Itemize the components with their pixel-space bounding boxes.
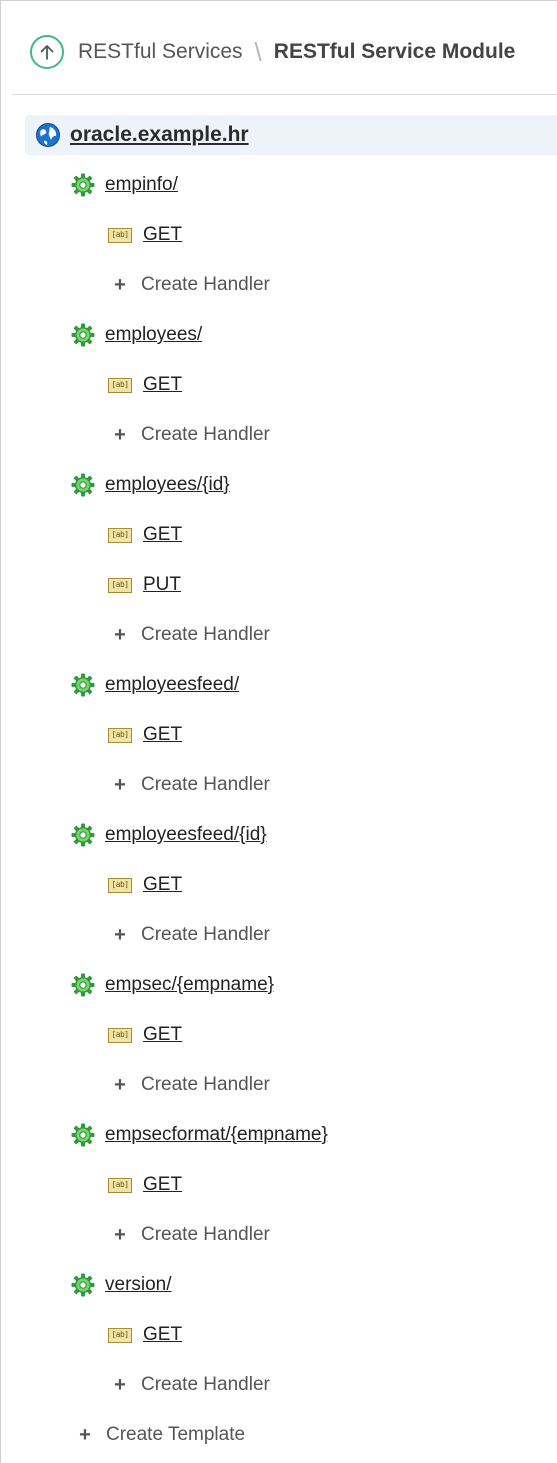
create-handler-button[interactable]: + Create Handler <box>113 274 270 297</box>
template-node[interactable]: version/ <box>12 1265 557 1305</box>
create-handler-item[interactable]: + Create Handler <box>12 615 557 655</box>
template-link[interactable]: version/ <box>105 1274 172 1296</box>
create-handler-label: Create Handler <box>141 924 270 945</box>
template-node[interactable]: employeesfeed/{id} <box>12 815 557 855</box>
abl-source-icon: [ab] <box>108 377 132 393</box>
globe-icon <box>36 123 60 147</box>
template-link[interactable]: empsecformat/{empname} <box>105 1124 328 1146</box>
template-link[interactable]: empsec/{empname} <box>105 974 274 996</box>
template-node[interactable]: empsec/{empname} <box>12 965 557 1005</box>
create-handler-item[interactable]: + Create Handler <box>12 765 557 805</box>
handler-link[interactable]: GET <box>143 1024 182 1046</box>
handler-link[interactable]: GET <box>143 224 182 246</box>
template-node[interactable]: employees/{id} <box>12 465 557 505</box>
breadcrumb: RESTful Services \ RESTful Service Modul… <box>78 35 515 69</box>
gear-icon <box>71 323 95 347</box>
create-handler-item[interactable]: + Create Handler <box>12 415 557 455</box>
abl-source-icon: [ab] <box>108 227 132 243</box>
up-button[interactable] <box>30 35 64 69</box>
gear-icon <box>71 1123 95 1147</box>
template-link[interactable]: employeesfeed/ <box>105 674 239 696</box>
template-link[interactable]: employeesfeed/{id} <box>105 824 267 846</box>
create-handler-label: Create Handler <box>141 424 270 445</box>
create-handler-button[interactable]: + Create Handler <box>113 1074 270 1097</box>
template-link[interactable]: employees/ <box>105 324 202 346</box>
plus-icon: + <box>114 423 126 446</box>
template-link[interactable]: empinfo/ <box>105 174 178 196</box>
abl-source-icon: [ab] <box>108 727 132 743</box>
handler-link[interactable]: GET <box>143 874 182 896</box>
create-handler-button[interactable]: + Create Handler <box>113 624 270 647</box>
handler-node[interactable]: [ab] GET <box>12 1165 557 1205</box>
plus-icon: + <box>79 1423 91 1446</box>
create-handler-button[interactable]: + Create Handler <box>113 1224 270 1247</box>
handler-link[interactable]: GET <box>143 1324 182 1346</box>
rest-panel: RESTful Services \ RESTful Service Modul… <box>0 0 557 1463</box>
create-handler-button[interactable]: + Create Handler <box>113 1374 270 1397</box>
handler-node[interactable]: [ab] GET <box>12 1315 557 1355</box>
plus-icon: + <box>114 273 126 296</box>
gear-icon <box>71 473 95 497</box>
handler-link[interactable]: GET <box>143 724 182 746</box>
module-node[interactable]: oracle.example.hr <box>25 115 557 155</box>
gear-icon <box>71 673 95 697</box>
template-node[interactable]: employeesfeed/ <box>12 665 557 705</box>
create-handler-label: Create Handler <box>141 774 270 795</box>
create-handler-button[interactable]: + Create Handler <box>113 774 270 797</box>
gear-icon <box>71 1273 95 1297</box>
handler-link[interactable]: GET <box>143 374 182 396</box>
handler-node[interactable]: [ab] GET <box>12 365 557 405</box>
gear-icon <box>71 973 95 997</box>
create-template-label: Create Template <box>106 1424 246 1445</box>
create-handler-item[interactable]: + Create Handler <box>12 1065 557 1105</box>
handler-link[interactable]: GET <box>143 524 182 546</box>
breadcrumb-parent-link[interactable]: RESTful Services <box>78 40 243 64</box>
abl-source-icon: [ab] <box>108 1327 132 1343</box>
handler-node[interactable]: [ab] PUT <box>12 565 557 605</box>
create-handler-label: Create Handler <box>141 1074 270 1095</box>
breadcrumb-bar: RESTful Services \ RESTful Service Modul… <box>12 11 557 95</box>
create-handler-item[interactable]: + Create Handler <box>12 1365 557 1405</box>
breadcrumb-current: RESTful Service Module <box>273 40 516 63</box>
create-template-item[interactable]: + Create Template <box>12 1415 557 1455</box>
handler-node[interactable]: [ab] GET <box>12 1015 557 1055</box>
create-handler-button[interactable]: + Create Handler <box>113 424 270 447</box>
handler-node[interactable]: [ab] GET <box>12 215 557 255</box>
module-link[interactable]: oracle.example.hr <box>70 123 249 147</box>
arrow-up-icon <box>40 45 54 60</box>
abl-source-icon: [ab] <box>108 877 132 893</box>
plus-icon: + <box>114 1223 126 1246</box>
abl-source-icon: [ab] <box>108 1177 132 1193</box>
plus-icon: + <box>114 923 126 946</box>
template-link[interactable]: employees/{id} <box>105 474 230 496</box>
plus-icon: + <box>114 773 126 796</box>
abl-source-icon: [ab] <box>108 527 132 543</box>
gear-icon <box>71 173 95 197</box>
template-node[interactable]: empsecformat/{empname} <box>12 1115 557 1155</box>
gear-icon <box>71 823 95 847</box>
handler-link[interactable]: GET <box>143 1174 182 1196</box>
template-node[interactable]: empinfo/ <box>12 165 557 205</box>
plus-icon: + <box>114 1373 126 1396</box>
create-handler-label: Create Handler <box>141 274 270 295</box>
abl-source-icon: [ab] <box>108 577 132 593</box>
handler-node[interactable]: [ab] GET <box>12 715 557 755</box>
create-handler-button[interactable]: + Create Handler <box>113 924 270 947</box>
create-handler-label: Create Handler <box>141 624 270 645</box>
create-handler-label: Create Handler <box>141 1374 270 1395</box>
abl-source-icon: [ab] <box>108 1027 132 1043</box>
plus-icon: + <box>114 623 126 646</box>
plus-icon: + <box>114 1073 126 1096</box>
create-handler-item[interactable]: + Create Handler <box>12 915 557 955</box>
create-template-button[interactable]: + Create Template <box>78 1424 245 1447</box>
handler-node[interactable]: [ab] GET <box>12 515 557 555</box>
breadcrumb-separator: \ <box>254 36 262 67</box>
handler-link[interactable]: PUT <box>143 574 181 596</box>
create-handler-label: Create Handler <box>141 1224 270 1245</box>
create-handler-item[interactable]: + Create Handler <box>12 1215 557 1255</box>
create-handler-item[interactable]: + Create Handler <box>12 265 557 305</box>
handler-node[interactable]: [ab] GET <box>12 865 557 905</box>
template-node[interactable]: employees/ <box>12 315 557 355</box>
